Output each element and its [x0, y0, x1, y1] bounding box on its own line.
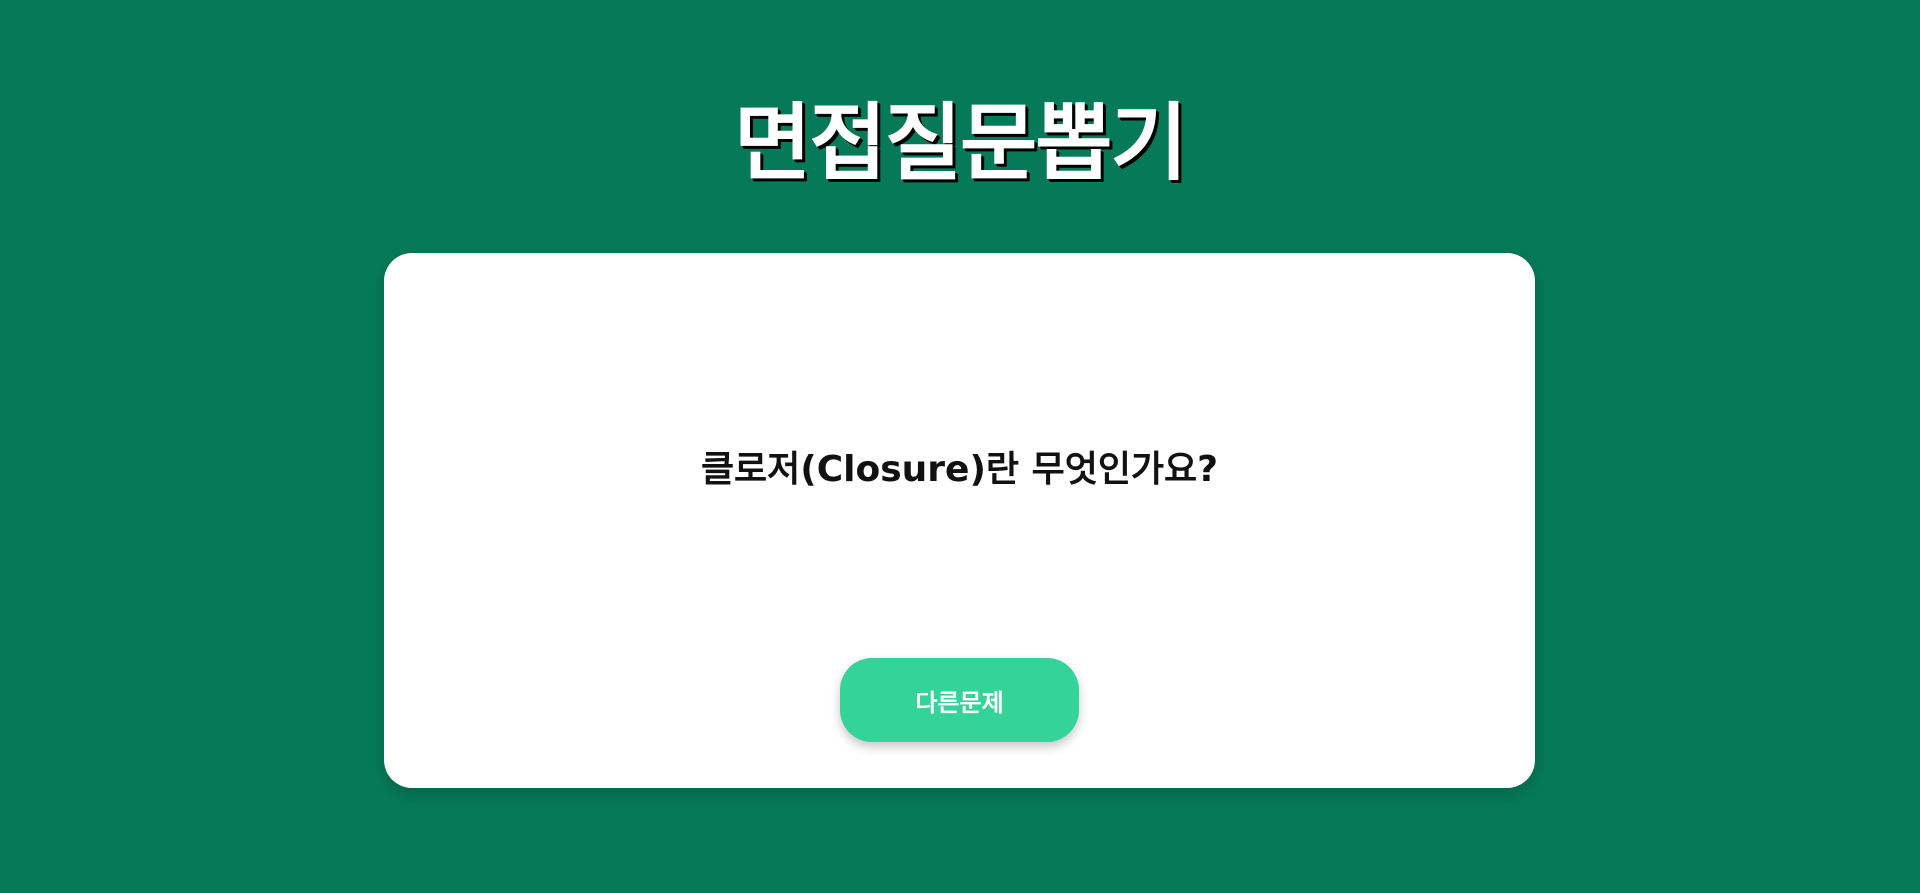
next-question-button[interactable]: 다른문제 [840, 658, 1079, 742]
question-card: 클로저(Closure)란 무엇인가요? 다른문제 [384, 253, 1535, 788]
page-title: 면접질문뽑기 [734, 94, 1188, 192]
question-text: 클로저(Closure)란 무엇인가요? [700, 449, 1219, 490]
